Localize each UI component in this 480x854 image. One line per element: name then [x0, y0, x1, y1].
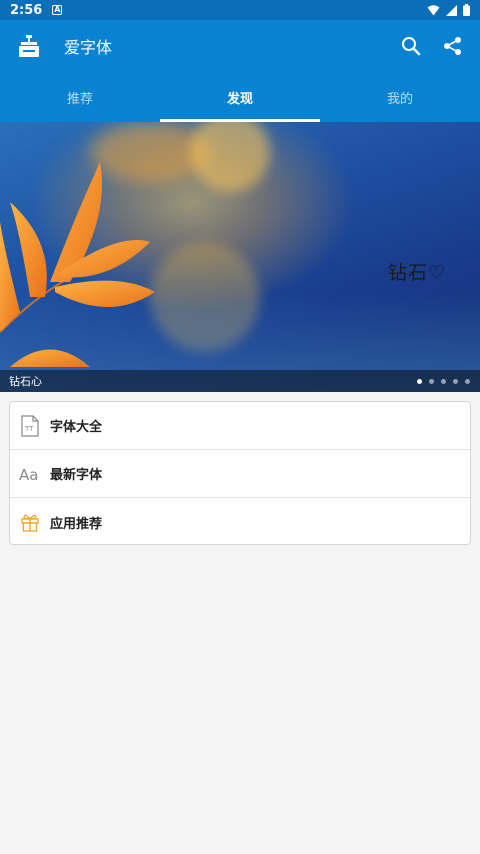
carousel-dot — [441, 378, 446, 384]
signal-icon — [446, 4, 457, 16]
tab-recommend[interactable]: 推荐 — [0, 72, 160, 122]
menu-item-app-recommend[interactable]: 应用推荐 — [10, 498, 470, 546]
autumn-leaves-image — [0, 162, 155, 367]
app-logo-icon — [14, 31, 44, 61]
menu-label: 应用推荐 — [50, 516, 103, 532]
gift-icon — [19, 511, 41, 533]
bokeh-light — [190, 122, 270, 192]
tab-label: 推荐 — [66, 91, 93, 107]
carousel-dot — [453, 378, 458, 384]
banner-carousel[interactable]: 钻石♡ 钻石心 — [0, 122, 480, 392]
share-button[interactable] — [440, 33, 466, 59]
svg-text:TT: TT — [24, 425, 34, 433]
tab-discover[interactable]: 发现 — [160, 72, 320, 122]
carousel-indicator — [417, 378, 470, 384]
battery-icon — [463, 4, 470, 16]
discover-menu: TT 字体大全 Aa 最新字体 应用推荐 — [9, 401, 471, 545]
tab-label: 发现 — [226, 91, 253, 107]
menu-item-font-library[interactable]: TT 字体大全 — [10, 402, 470, 450]
menu-label: 字体大全 — [50, 420, 103, 435]
wifi-icon — [427, 4, 440, 15]
banner-caption: 钻石心 — [9, 375, 42, 388]
notification-icon: A — [52, 5, 63, 15]
menu-item-latest-fonts[interactable]: Aa 最新字体 — [10, 450, 470, 498]
app-title: 爱字体 — [64, 38, 113, 57]
status-bar: 2:56 A — [0, 0, 480, 20]
menu-label: 最新字体 — [50, 468, 103, 483]
svg-text:Aa: Aa — [19, 466, 38, 484]
font-file-icon: TT — [19, 414, 41, 437]
tab-label: 我的 — [386, 91, 413, 107]
font-aa-icon: Aa — [19, 463, 41, 485]
status-icons — [427, 4, 470, 16]
share-icon — [444, 37, 461, 55]
carousel-dot — [465, 378, 470, 384]
search-button[interactable] — [398, 33, 424, 59]
tab-bar: 推荐 发现 我的 — [0, 72, 480, 122]
status-time: 2:56 — [10, 2, 43, 18]
carousel-dot — [417, 378, 422, 384]
banner-font-sample: 钻石♡ — [388, 262, 447, 284]
banner-caption-bar: 钻石心 — [0, 370, 480, 392]
carousel-dot — [429, 378, 434, 384]
search-icon — [402, 37, 421, 56]
tab-mine[interactable]: 我的 — [320, 72, 480, 122]
app-bar: 爱字体 — [0, 20, 480, 72]
